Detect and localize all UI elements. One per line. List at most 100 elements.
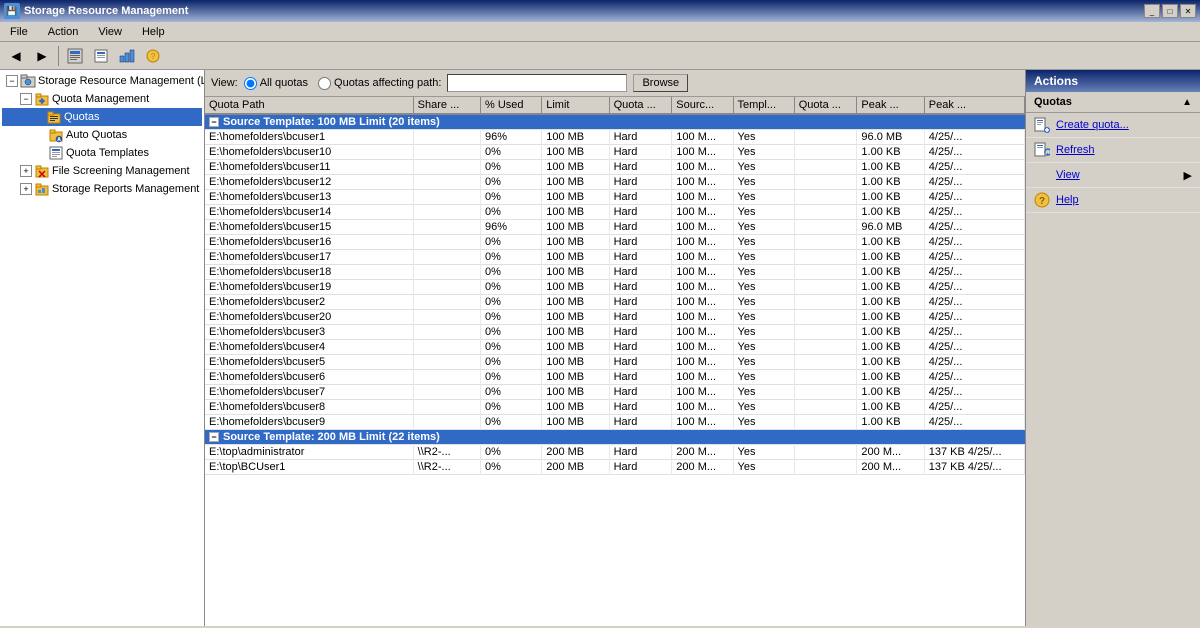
- app-icon: 💾: [4, 3, 20, 19]
- cell-source: 100 M...: [672, 385, 733, 400]
- cell-peak_date: 4/25/...: [924, 370, 1024, 385]
- radio-all-quotas-input[interactable]: [244, 77, 257, 90]
- cell-quota_status: [794, 160, 857, 175]
- table-row[interactable]: E:\top\administrator\\R2-...0%200 MBHard…: [205, 445, 1025, 460]
- col-limit[interactable]: Limit: [542, 97, 609, 114]
- tree-item-quotas[interactable]: Quotas: [2, 108, 202, 126]
- cell-quota_path: E:\homefolders\bcuser17: [205, 250, 413, 265]
- menu-action[interactable]: Action: [42, 25, 85, 39]
- expand-quota-mgmt[interactable]: −: [20, 93, 32, 105]
- col-share[interactable]: Share ...: [413, 97, 480, 114]
- cell-template: Yes: [733, 415, 794, 430]
- action-create-quota[interactable]: Create quota...: [1026, 113, 1200, 138]
- cell-quota_path: E:\homefolders\bcuser19: [205, 280, 413, 295]
- toolbar-btn-2[interactable]: [89, 45, 113, 67]
- table-row[interactable]: E:\homefolders\bcuser180%100 MBHard100 M…: [205, 265, 1025, 280]
- radio-all-quotas[interactable]: All quotas: [244, 77, 308, 90]
- expand-file-screening[interactable]: +: [20, 165, 32, 177]
- group-collapse-icon[interactable]: −: [209, 432, 219, 442]
- table-row[interactable]: E:\homefolders\bcuser70%100 MBHard100 M.…: [205, 385, 1025, 400]
- table-row[interactable]: E:\homefolders\bcuser110%100 MBHard100 M…: [205, 160, 1025, 175]
- table-row[interactable]: E:\homefolders\bcuser196%100 MBHard100 M…: [205, 130, 1025, 145]
- col-source[interactable]: Sourc...: [672, 97, 733, 114]
- table-row[interactable]: E:\homefolders\bcuser1596%100 MBHard100 …: [205, 220, 1025, 235]
- menu-file[interactable]: File: [4, 25, 34, 39]
- cell-peak: 200 M...: [857, 460, 924, 475]
- view-label-action: View: [1056, 169, 1080, 181]
- cell-peak_date: 4/25/...: [924, 250, 1024, 265]
- table-row[interactable]: E:\homefolders\bcuser200%100 MBHard100 M…: [205, 310, 1025, 325]
- cell-source: 100 M...: [672, 250, 733, 265]
- table-row[interactable]: E:\homefolders\bcuser170%100 MBHard100 M…: [205, 250, 1025, 265]
- group-header-row: −Source Template: 100 MB Limit (20 items…: [205, 114, 1025, 130]
- col-quota-path[interactable]: Quota Path: [205, 97, 413, 114]
- toolbar-btn-1[interactable]: [63, 45, 87, 67]
- cell-share: [413, 220, 480, 235]
- table-row[interactable]: E:\homefolders\bcuser60%100 MBHard100 M.…: [205, 370, 1025, 385]
- toolbar-btn-3[interactable]: [115, 45, 139, 67]
- col-pct-used[interactable]: % Used: [481, 97, 542, 114]
- group-collapse-icon[interactable]: −: [209, 117, 219, 127]
- radio-affecting-path-input[interactable]: [318, 77, 331, 90]
- col-quota-status[interactable]: Quota ...: [794, 97, 857, 114]
- toolbar: ◀ ▶ ?: [0, 42, 1200, 70]
- browse-button[interactable]: Browse: [633, 74, 688, 92]
- col-template[interactable]: Templ...: [733, 97, 794, 114]
- tree-item-quota-templates[interactable]: Quota Templates: [2, 144, 202, 162]
- col-peak[interactable]: Peak ...: [857, 97, 924, 114]
- tree-item-root[interactable]: − Storage Resource Management (Lo: [2, 72, 202, 90]
- tree-item-quota-mgmt[interactable]: − Quota Management: [2, 90, 202, 108]
- radio-affecting-path-label: Quotas affecting path:: [334, 77, 441, 89]
- table-row[interactable]: E:\homefolders\bcuser80%100 MBHard100 M.…: [205, 400, 1025, 415]
- action-refresh[interactable]: Refresh: [1026, 138, 1200, 163]
- cell-share: [413, 145, 480, 160]
- minimize-button[interactable]: _: [1144, 4, 1160, 18]
- table-row[interactable]: E:\top\BCUser1\\R2-...0%200 MBHard200 M.…: [205, 460, 1025, 475]
- expand-storage-reports[interactable]: +: [20, 183, 32, 195]
- radio-affecting-path[interactable]: Quotas affecting path:: [318, 77, 441, 90]
- cell-quota_path: E:\homefolders\bcuser4: [205, 340, 413, 355]
- menu-help[interactable]: Help: [136, 25, 171, 39]
- forward-button[interactable]: ▶: [30, 45, 54, 67]
- cell-limit: 100 MB: [542, 175, 609, 190]
- menu-view[interactable]: View: [92, 25, 128, 39]
- col-quota-type[interactable]: Quota ...: [609, 97, 672, 114]
- table-row[interactable]: E:\homefolders\bcuser20%100 MBHard100 M.…: [205, 295, 1025, 310]
- cell-quota_type: Hard: [609, 370, 672, 385]
- table-row[interactable]: E:\homefolders\bcuser130%100 MBHard100 M…: [205, 190, 1025, 205]
- actions-section-arrow[interactable]: ▲: [1182, 97, 1192, 108]
- expand-root[interactable]: −: [6, 75, 18, 87]
- table-container: Quota Path Share ... % Used Limit Quota …: [205, 97, 1025, 626]
- tree-item-storage-reports[interactable]: + Storage Reports Management: [2, 180, 202, 198]
- close-button[interactable]: ✕: [1180, 4, 1196, 18]
- table-row[interactable]: E:\homefolders\bcuser50%100 MBHard100 M.…: [205, 355, 1025, 370]
- cell-source: 100 M...: [672, 400, 733, 415]
- cell-source: 200 M...: [672, 460, 733, 475]
- cell-template: Yes: [733, 190, 794, 205]
- cell-pct_used: 0%: [481, 295, 542, 310]
- table-row[interactable]: E:\homefolders\bcuser160%100 MBHard100 M…: [205, 235, 1025, 250]
- cell-peak_date: 4/25/...: [924, 295, 1024, 310]
- table-row[interactable]: E:\homefolders\bcuser30%100 MBHard100 M.…: [205, 325, 1025, 340]
- maximize-button[interactable]: □: [1162, 4, 1178, 18]
- toolbar-btn-4[interactable]: ?: [141, 45, 165, 67]
- path-input[interactable]: [447, 74, 627, 92]
- svg-text:A: A: [57, 137, 61, 143]
- tree-item-auto-quotas[interactable]: A Auto Quotas: [2, 126, 202, 144]
- action-view[interactable]: View ▶: [1026, 163, 1200, 188]
- table-row[interactable]: E:\homefolders\bcuser100%100 MBHard100 M…: [205, 145, 1025, 160]
- cell-share: [413, 235, 480, 250]
- cell-peak: 1.00 KB: [857, 145, 924, 160]
- tree-item-file-screening[interactable]: + File Screening Management: [2, 162, 202, 180]
- table-row[interactable]: E:\homefolders\bcuser40%100 MBHard100 M.…: [205, 340, 1025, 355]
- cell-limit: 100 MB: [542, 250, 609, 265]
- table-row[interactable]: E:\homefolders\bcuser190%100 MBHard100 M…: [205, 280, 1025, 295]
- action-help[interactable]: ? Help: [1026, 188, 1200, 213]
- back-button[interactable]: ◀: [4, 45, 28, 67]
- tree-label-file-screening: File Screening Management: [52, 165, 190, 177]
- cell-quota_status: [794, 445, 857, 460]
- table-row[interactable]: E:\homefolders\bcuser90%100 MBHard100 M.…: [205, 415, 1025, 430]
- table-row[interactable]: E:\homefolders\bcuser120%100 MBHard100 M…: [205, 175, 1025, 190]
- table-row[interactable]: E:\homefolders\bcuser140%100 MBHard100 M…: [205, 205, 1025, 220]
- col-peak-date[interactable]: Peak ...: [924, 97, 1024, 114]
